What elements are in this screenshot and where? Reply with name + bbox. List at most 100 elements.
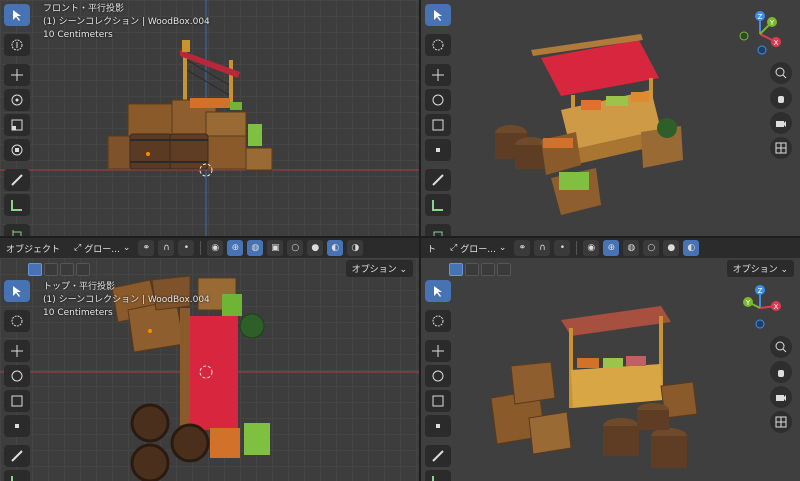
proportional-edit-button[interactable]: • [554, 240, 571, 256]
pan-button[interactable] [770, 87, 792, 109]
shading-solid-button[interactable]: ● [307, 240, 324, 256]
xray-icon: ▣ [271, 243, 280, 253]
shading-material-button[interactable]: ◐ [327, 240, 344, 256]
rotate-tool[interactable] [425, 89, 451, 111]
cursor-tool[interactable] [425, 310, 451, 332]
rotate-tool[interactable] [4, 89, 30, 111]
viewport-top-ortho[interactable]: オプション ⌄ トップ・平行投影 (1) シーンコレクション | WoodBox… [0, 258, 419, 481]
select-box-tool[interactable] [425, 4, 451, 26]
cursor-tool[interactable] [4, 34, 30, 56]
select-box-tool[interactable] [425, 280, 451, 302]
scale-tool[interactable] [4, 390, 30, 412]
overlay-toggle-button[interactable]: ◍ [623, 240, 640, 256]
viewport-perspective-2[interactable]: オプション ⌄ Z X Y [421, 258, 800, 481]
zoom-button[interactable] [770, 336, 792, 358]
move-tool[interactable] [4, 64, 30, 86]
proportional-icon: • [183, 243, 190, 253]
select-extend-button[interactable] [44, 262, 58, 276]
overlay-toggle-button[interactable]: ◍ [247, 240, 264, 256]
navigation-gizmo[interactable]: Z X Y [738, 282, 788, 332]
transform-orientation-dropdown[interactable]: ⤢ グロー... ⌄ [70, 240, 134, 257]
scale-tool[interactable] [4, 114, 30, 136]
select-extend-button[interactable] [465, 262, 479, 276]
select-box-tool[interactable] [4, 280, 30, 302]
gizmo-toggle-button[interactable]: ⊕ [227, 240, 244, 256]
move-tool[interactable] [425, 340, 451, 362]
annotate-tool[interactable] [4, 169, 30, 191]
select-subtract-button[interactable] [60, 262, 74, 276]
select-invert-button[interactable] [497, 262, 511, 276]
measure-tool[interactable] [4, 470, 30, 481]
pivot-button[interactable]: ⚭ [514, 240, 531, 256]
barrels[interactable] [495, 125, 547, 169]
ortho-toggle-button[interactable] [770, 137, 792, 159]
camera-view-button[interactable] [770, 386, 792, 408]
transform-tool[interactable] [425, 415, 451, 437]
shading-solid-button[interactable]: ● [663, 240, 680, 256]
camera-icon [776, 121, 786, 127]
annotate-tool[interactable] [4, 445, 30, 467]
scale-tool[interactable] [425, 114, 451, 136]
zoom-icon [775, 341, 787, 353]
mode-label[interactable]: ト [427, 242, 436, 255]
camera-icon [776, 395, 786, 401]
rotate-tool[interactable] [425, 365, 451, 387]
ortho-toggle-button[interactable] [770, 411, 792, 433]
transform-tool[interactable] [4, 139, 30, 161]
pivot-button[interactable]: ⚭ [138, 240, 155, 256]
tool-shelf [425, 280, 451, 481]
move-tool[interactable] [4, 340, 30, 362]
market-stall[interactable] [561, 306, 671, 408]
transform-tool[interactable] [425, 139, 451, 161]
rotate-tool[interactable] [4, 365, 30, 387]
gizmo-toggle-button[interactable]: ⊕ [603, 240, 620, 256]
gizmo-x-label: X [774, 39, 779, 47]
snap-button[interactable]: ∩ [534, 240, 551, 256]
visibility-button[interactable]: ◉ [207, 240, 224, 256]
shading-wire-button[interactable]: ○ [287, 240, 304, 256]
snap-button[interactable]: ∩ [158, 240, 175, 256]
zoom-button[interactable] [770, 62, 792, 84]
cursor-tool[interactable] [4, 310, 30, 332]
tool-shelf [425, 4, 451, 236]
select-new-button[interactable] [28, 262, 42, 276]
mode-label[interactable]: オブジェクト [6, 242, 60, 255]
measure-icon [11, 476, 13, 481]
annotate-tool[interactable] [425, 169, 451, 191]
xray-button[interactable]: ▣ [267, 240, 284, 256]
scale-tool[interactable] [425, 390, 451, 412]
shading-wire-button[interactable]: ○ [643, 240, 660, 256]
add-cube-tool[interactable] [4, 224, 30, 236]
select-subtract-button[interactable] [481, 262, 495, 276]
stall-frame[interactable] [180, 40, 240, 108]
proportional-icon: • [559, 243, 566, 253]
move-tool[interactable] [425, 64, 451, 86]
viewport-perspective-1[interactable]: Z X Y [421, 0, 800, 236]
orientation-icon: ⤢ [450, 243, 458, 253]
add-cube-tool[interactable] [425, 224, 451, 236]
camera-view-button[interactable] [770, 112, 792, 134]
select-box-tool[interactable] [4, 4, 30, 26]
orientation-label: グロー... [84, 244, 120, 255]
measure-tool[interactable] [4, 194, 30, 216]
annotate-icon [11, 450, 23, 462]
select-mode-group [449, 260, 511, 278]
measure-tool[interactable] [425, 470, 451, 481]
annotate-tool[interactable] [425, 445, 451, 467]
visibility-button[interactable]: ◉ [583, 240, 600, 256]
select-new-button[interactable] [449, 262, 463, 276]
transform-tool[interactable] [4, 415, 30, 437]
cursor-tool[interactable] [425, 34, 451, 56]
proportional-edit-button[interactable]: • [178, 240, 195, 256]
collection-label: (1) シーンコレクション | WoodBox.004 [43, 295, 210, 305]
navigation-gizmo[interactable]: Z X Y [738, 8, 788, 58]
viewport-front-ortho[interactable]: フロント・平行投影 (1) シーンコレクション | WoodBox.004 10… [0, 0, 419, 236]
barrel-pair[interactable] [129, 133, 209, 170]
select-invert-button[interactable] [76, 262, 90, 276]
measure-tool[interactable] [425, 194, 451, 216]
pan-button[interactable] [770, 361, 792, 383]
shading-render-button[interactable]: ◑ [347, 240, 364, 256]
transform-orientation-dropdown[interactable]: ⤢ グロー... ⌄ [446, 240, 510, 257]
shading-material-button[interactable]: ◐ [683, 240, 700, 256]
awning-top[interactable] [180, 308, 238, 430]
